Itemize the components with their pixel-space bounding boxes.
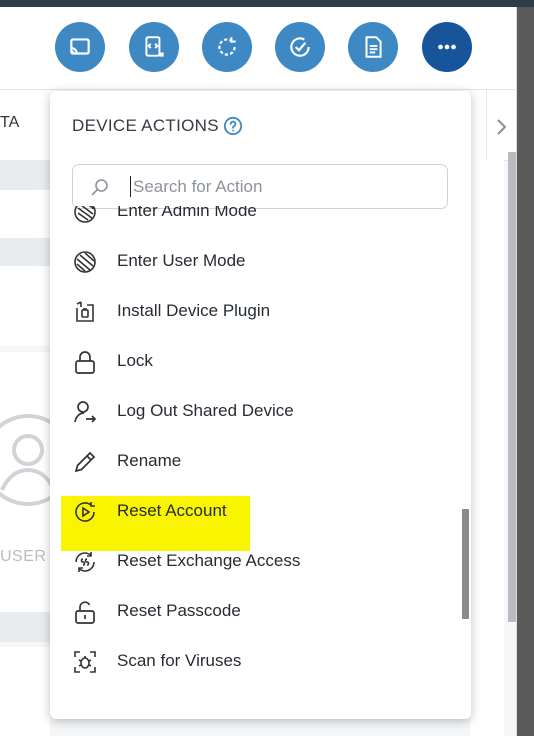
- more-icon: [438, 44, 456, 50]
- action-label: Reset Account: [117, 501, 227, 520]
- device-actions-dropdown: DEVICE ACTIONS Enter Admin Mode Ente: [50, 91, 471, 719]
- cast-button[interactable]: [55, 22, 105, 72]
- bg-section-header: [0, 612, 50, 642]
- pencil-icon: [74, 451, 96, 473]
- exchange-icon: [75, 552, 95, 572]
- logout-user-icon: [74, 401, 97, 423]
- action-lock[interactable]: Lock: [50, 337, 460, 387]
- admin-mode-icon: [74, 206, 96, 223]
- bg-right-column: [470, 160, 504, 736]
- action-rename[interactable]: Rename: [50, 437, 460, 487]
- document-icon: [365, 36, 382, 58]
- action-label: Reset Passcode: [117, 601, 241, 620]
- action-reset-account[interactable]: Reset Account: [50, 487, 460, 537]
- toolbar: [0, 7, 516, 90]
- action-label: Scan for Viruses: [117, 651, 242, 670]
- lock-icon: [75, 351, 95, 374]
- cast-icon: [70, 38, 90, 55]
- unlock-icon: [75, 601, 95, 624]
- action-list: Enter Admin Mode Enter User Mode Install…: [50, 206, 471, 719]
- action-label: Rename: [117, 451, 182, 470]
- check-button[interactable]: [275, 22, 325, 72]
- remote-code-icon: [145, 36, 164, 57]
- tab-divider: [486, 90, 487, 160]
- action-label: Lock: [117, 351, 153, 370]
- chevron-right-icon: [497, 119, 507, 135]
- plugin-icon: [76, 301, 94, 322]
- action-label: Install Device Plugin: [117, 301, 271, 320]
- action-enter-admin-mode[interactable]: Enter Admin Mode: [50, 206, 460, 237]
- user-label: USER: [0, 548, 47, 565]
- more-actions-button[interactable]: [422, 22, 472, 72]
- reset-account-icon: [75, 502, 95, 522]
- sync-button[interactable]: [202, 22, 252, 72]
- action-enter-user-mode[interactable]: Enter User Mode: [50, 237, 460, 287]
- action-scan-for-viruses[interactable]: Scan for Viruses: [50, 637, 460, 687]
- action-search-box: [72, 164, 448, 209]
- tab-fragment[interactable]: TA: [0, 114, 19, 132]
- action-reset-passcode[interactable]: Reset Passcode: [50, 587, 460, 637]
- search-icon: [91, 179, 108, 196]
- action-log-out-shared-device[interactable]: Log Out Shared Device: [50, 387, 460, 437]
- bg-row: [0, 647, 50, 736]
- action-reset-exchange-access[interactable]: Reset Exchange Access: [50, 537, 460, 587]
- action-label: Enter Admin Mode: [117, 206, 257, 220]
- next-tab-button[interactable]: [488, 107, 514, 147]
- bg-row: [0, 266, 50, 346]
- dropdown-title: DEVICE ACTIONS: [72, 116, 219, 135]
- page-scrollbar[interactable]: [508, 152, 516, 622]
- action-label: Reset Exchange Access: [117, 551, 301, 570]
- bg-row: [0, 190, 50, 238]
- action-install-device-plugin[interactable]: Install Device Plugin: [50, 287, 460, 337]
- action-label: Log Out Shared Device: [117, 401, 294, 420]
- action-label: Enter User Mode: [117, 251, 246, 270]
- document-button[interactable]: [348, 22, 398, 72]
- help-icon[interactable]: [223, 116, 243, 136]
- sync-icon: [218, 37, 236, 56]
- scan-icon: [74, 651, 96, 673]
- check-circle-icon: [290, 37, 310, 57]
- dropdown-scrollbar[interactable]: [462, 509, 469, 619]
- bg-section-header: [0, 160, 50, 190]
- bg-section-header: [0, 238, 50, 266]
- top-strip: [0, 0, 534, 7]
- action-search-input[interactable]: [131, 173, 435, 201]
- remote-code-button[interactable]: [129, 22, 179, 72]
- user-mode-icon: [74, 251, 96, 273]
